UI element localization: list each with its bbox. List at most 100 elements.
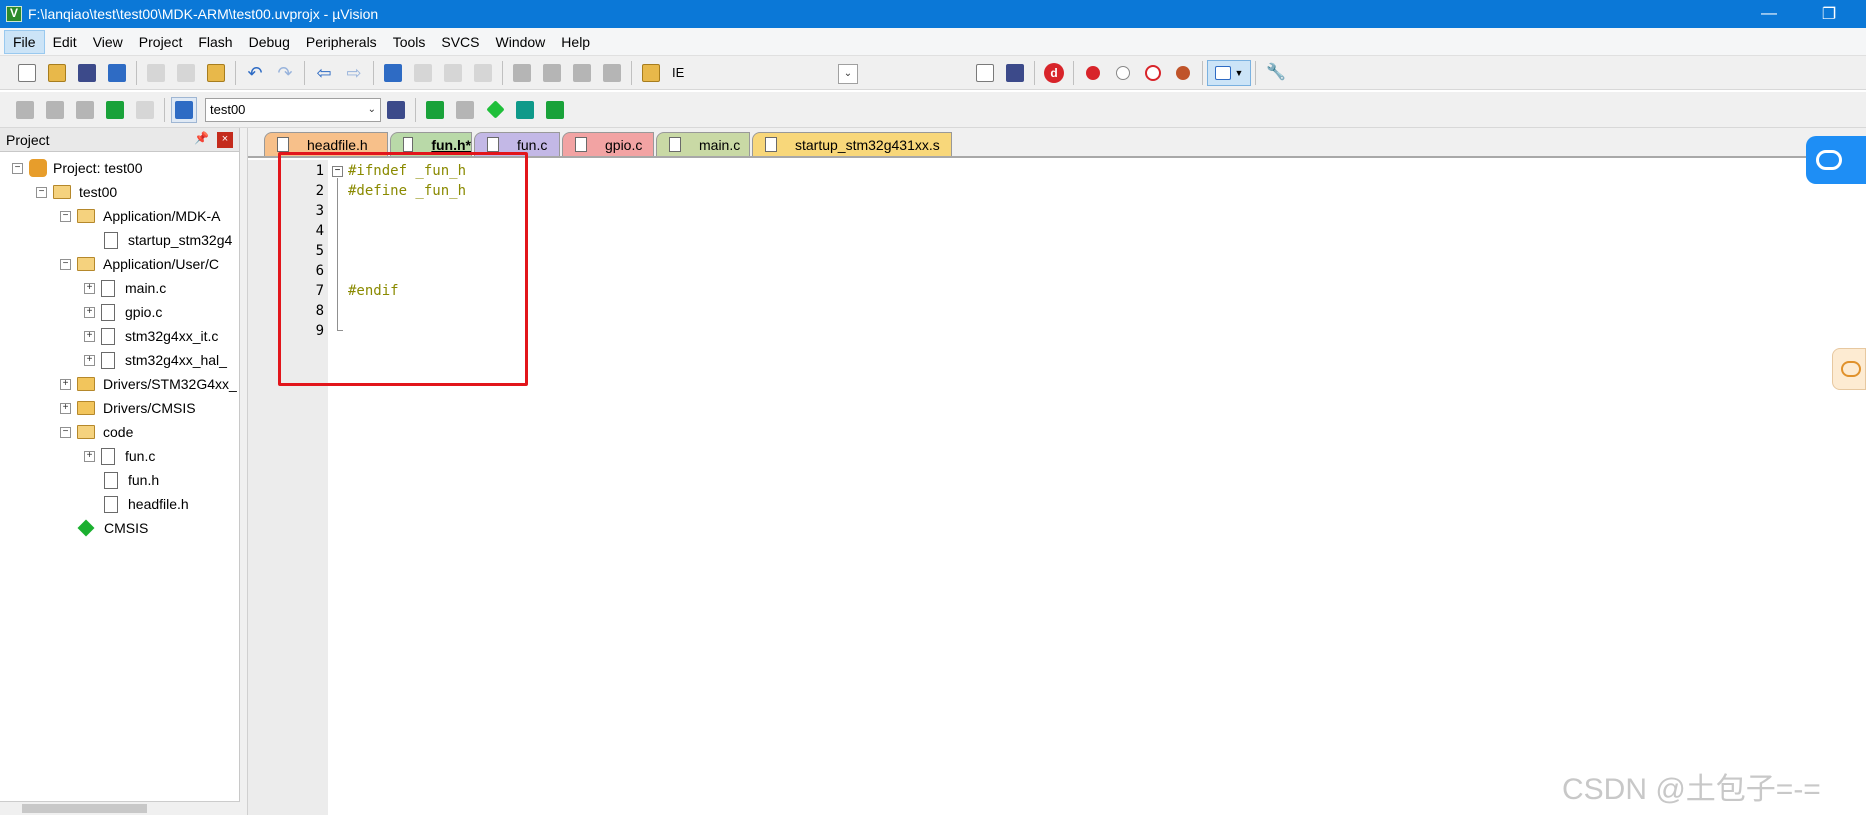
panel-splitter[interactable] [240,128,248,815]
collapse-toggle[interactable]: − [60,426,71,438]
tree-group[interactable]: − code [60,420,133,444]
target-options-button[interactable] [383,97,409,123]
configure-button[interactable]: 🔧 [1262,60,1288,86]
tree-file[interactable]: + stm32g4xx_it.c [84,324,218,348]
rebuild-button[interactable] [72,97,98,123]
manage-project-items-button[interactable] [422,97,448,123]
menu-help[interactable]: Help [553,30,598,54]
scrollbar-thumb[interactable] [22,804,147,813]
target-select[interactable]: test00 ⌄ [205,97,381,122]
start-debug-button[interactable]: d [1041,60,1067,86]
tab-gpio-c[interactable]: gpio.c [562,132,654,156]
collapse-toggle[interactable]: − [60,258,71,270]
save-button[interactable] [74,60,100,86]
tab-startup-s[interactable]: startup_stm32g431xx.s [752,132,952,156]
restore-button[interactable]: ❐ [1806,0,1852,28]
tree-group[interactable]: − Application/MDK-A [60,204,221,228]
save-all-button[interactable] [104,60,130,86]
comment-button[interactable] [569,60,595,86]
find-combo-dropdown[interactable]: ⌄ [838,64,858,84]
bookmark-button[interactable] [380,60,406,86]
file-extensions-button[interactable] [452,97,478,123]
tree-file[interactable]: fun.h [104,468,159,492]
collapse-toggle[interactable]: − [60,210,71,222]
insert-breakpoint-button[interactable] [1080,60,1106,86]
menu-flash[interactable]: Flash [190,30,240,54]
menu-file[interactable]: File [4,29,45,54]
copy-button[interactable] [173,60,199,86]
tree-file[interactable]: + gpio.c [84,300,162,324]
tree-file[interactable]: + main.c [84,276,166,300]
prev-bookmark-button[interactable] [410,60,436,86]
clear-bookmarks-button[interactable] [470,60,496,86]
expand-toggle[interactable]: + [84,354,95,366]
kill-all-breakpoints-button[interactable] [1170,60,1196,86]
menu-svcs[interactable]: SVCS [433,30,487,54]
tree-file[interactable]: + fun.c [84,444,155,468]
menu-peripherals[interactable]: Peripherals [298,30,385,54]
disable-all-breakpoints-button[interactable] [1140,60,1166,86]
collapse-toggle[interactable]: − [12,162,23,174]
incremental-find-button[interactable] [1002,60,1028,86]
cut-button[interactable] [143,60,169,86]
find-in-files-button[interactable] [638,60,664,86]
open-file-button[interactable] [44,60,70,86]
navigate-forward-button[interactable]: ⇨ [341,60,367,86]
tree-group[interactable]: + Drivers/STM32G4xx_ [60,372,237,396]
chevron-down-icon: ▼ [1234,67,1244,78]
project-panel-header: Project 📌 × [0,128,239,152]
expand-toggle[interactable]: + [84,282,95,294]
collapse-toggle[interactable]: − [36,186,47,198]
stop-build-button[interactable] [132,97,158,123]
close-panel-button[interactable]: × [217,132,233,148]
tree-group[interactable]: − Application/User/C [60,252,219,276]
new-file-button[interactable] [14,60,40,86]
window-layout-button[interactable]: ▼ [1207,59,1251,86]
menu-view[interactable]: View [85,30,131,54]
uncomment-button[interactable] [599,60,625,86]
expand-toggle[interactable]: + [84,330,95,342]
expand-toggle[interactable]: + [60,402,71,414]
expand-toggle[interactable]: + [84,306,95,318]
build-button[interactable] [42,97,68,123]
minimize-button[interactable]: — [1746,0,1792,28]
batch-build-button[interactable] [102,97,128,123]
undo-button[interactable]: ↶ [242,60,268,86]
tree-item-project[interactable]: − Project: test00 [12,156,143,180]
tree-item-target[interactable]: − test00 [36,180,117,204]
redo-button[interactable]: ↷ [272,60,298,86]
expand-toggle[interactable]: + [84,450,95,462]
tree-group[interactable]: + Drivers/CMSIS [60,396,196,420]
manage-run-time-env-button[interactable] [482,97,508,123]
select-software-packs-button[interactable] [512,97,538,123]
expand-toggle[interactable]: + [60,378,71,390]
tree-file[interactable]: + stm32g4xx_hal_ [84,348,227,372]
tab-main-c[interactable]: main.c [656,132,750,156]
navigate-back-button[interactable]: ⇦ [311,60,337,86]
file-icon [487,137,499,152]
menu-tools[interactable]: Tools [385,30,434,54]
pack-installer-button[interactable] [542,97,568,123]
cloud-upload-widget[interactable] [1832,348,1866,390]
disable-breakpoints-icon [1145,64,1161,81]
unindent-button[interactable] [539,60,565,86]
next-bookmark-button[interactable] [440,60,466,86]
tree-item-cmsis[interactable]: CMSIS [76,516,148,540]
menu-debug[interactable]: Debug [241,30,298,54]
tree-file[interactable]: startup_stm32g4 [104,228,232,252]
menu-project[interactable]: Project [131,30,191,54]
panel-horizontal-scrollbar[interactable] [0,801,240,815]
download-button[interactable] [171,96,197,123]
target-icon [53,185,71,199]
cloud-sync-widget[interactable] [1806,136,1866,184]
menu-window[interactable]: Window [488,30,554,54]
menu-edit[interactable]: Edit [45,30,85,54]
tree-file[interactable]: headfile.h [104,492,189,516]
enable-breakpoint-button[interactable] [1110,60,1136,86]
paste-button[interactable] [203,60,229,86]
translate-button[interactable] [12,97,38,123]
find-button[interactable] [972,60,998,86]
pin-icon[interactable]: 📌 [194,131,209,145]
find-text-combo[interactable]: IE [672,65,802,80]
indent-button[interactable] [509,60,535,86]
